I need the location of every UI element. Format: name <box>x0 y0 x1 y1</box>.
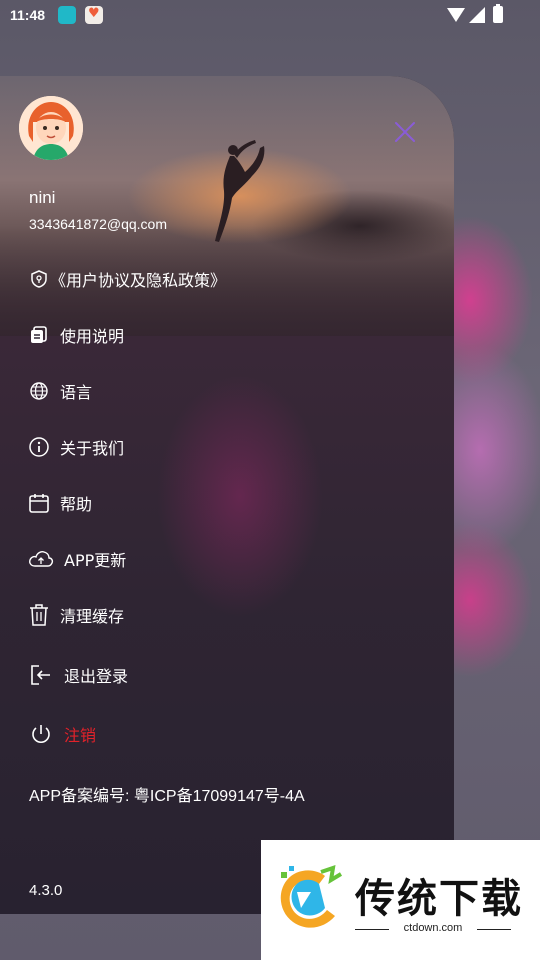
menu-label: APP更新 <box>64 551 127 570</box>
cloud-icon <box>28 548 54 570</box>
menu-item-deregister[interactable]: 注销 <box>28 719 96 749</box>
battery-icon <box>493 4 503 23</box>
document-icon <box>28 324 50 346</box>
watermark-brand: 传统下载 <box>355 876 523 922</box>
profile-email: 3343641872@qq.com <box>29 216 167 232</box>
ctdown-logo-icon <box>280 865 343 928</box>
notification-heart-icon <box>85 6 103 24</box>
menu-item-update[interactable]: APP更新 <box>28 544 126 574</box>
wifi-icon <box>447 8 465 22</box>
icp-record: APP备案编号: 粤ICP备17099147号-4A <box>29 788 305 805</box>
menu-item-about[interactable]: 关于我们 <box>28 432 124 462</box>
menu-label: 《用户协议及隐私政策》 <box>50 271 227 290</box>
menu-label: 使用说明 <box>60 327 125 346</box>
menu-item-logout[interactable]: 退出登录 <box>28 660 128 690</box>
power-icon <box>28 723 54 745</box>
close-icon[interactable] <box>393 120 417 144</box>
menu-label: 退出登录 <box>64 667 129 686</box>
menu-label: 注销 <box>64 726 97 745</box>
menu-label: 帮助 <box>60 495 93 514</box>
logout-icon <box>28 664 54 686</box>
app-version: 4.3.0 <box>29 882 63 899</box>
side-drawer: nini 3343641872@qq.com 《用户协议及隐私政策》 使用说明 … <box>0 76 454 914</box>
signal-icon <box>469 7 485 23</box>
menu-label: 关于我们 <box>60 439 125 458</box>
shield-icon <box>28 268 50 290</box>
watermark: 传统下载 ctdown.com <box>261 840 540 960</box>
info-icon <box>28 436 50 458</box>
calendar-icon <box>28 492 50 514</box>
menu-label: 语言 <box>60 383 93 402</box>
profile-name: nini <box>29 188 56 207</box>
dancer-silhouette <box>215 140 265 242</box>
menu-item-help[interactable]: 帮助 <box>28 488 92 518</box>
watermark-site: ctdown.com <box>355 922 511 934</box>
menu-item-language[interactable]: 语言 <box>28 376 92 406</box>
avatar[interactable] <box>19 96 83 160</box>
trash-icon <box>28 604 50 626</box>
notification-app-icon <box>58 6 76 24</box>
menu-label: 清理缓存 <box>60 607 125 626</box>
menu-item-clear-cache[interactable]: 清理缓存 <box>28 600 124 630</box>
menu-item-instructions[interactable]: 使用说明 <box>28 320 124 350</box>
status-time: 11:48 <box>10 7 46 23</box>
globe-icon <box>28 380 50 402</box>
status-bar: 11:48 <box>0 0 540 30</box>
menu-item-privacy[interactable]: 《用户协议及隐私政策》 <box>28 264 226 294</box>
